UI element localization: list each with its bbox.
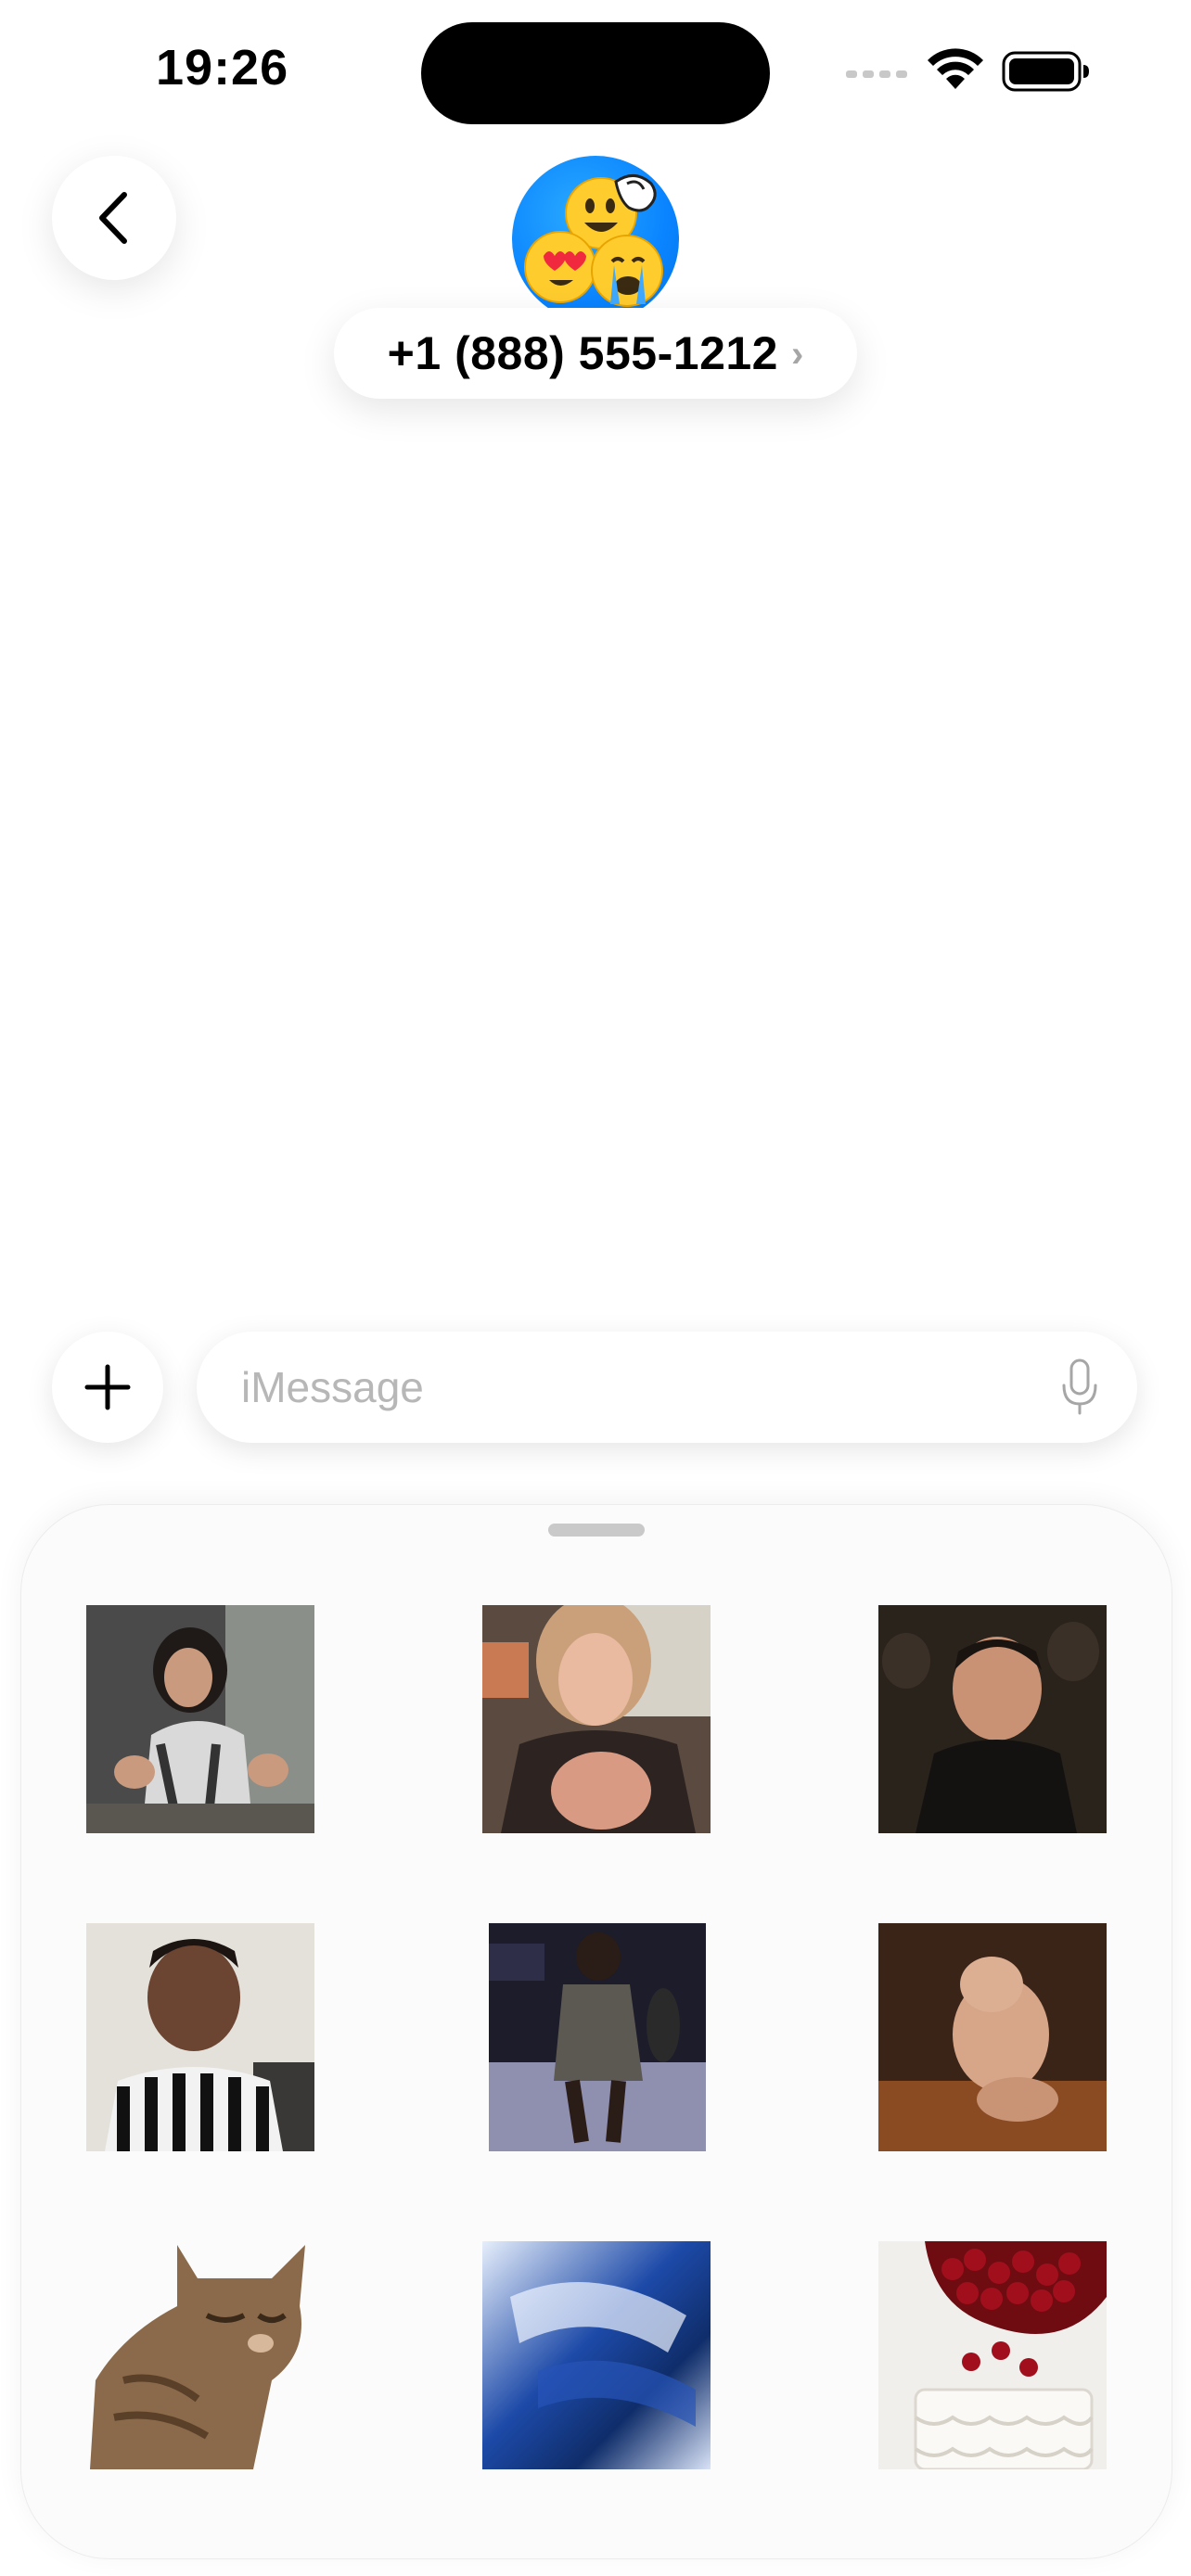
message-input[interactable] [241,1332,1002,1443]
contact-name: +1 (888) 555-1212 [387,327,778,379]
sheet-grabber[interactable] [548,1524,645,1537]
chevron-right-icon: › [791,333,804,375]
gif-man-smiling-audience[interactable] [878,1605,1107,1833]
plus-icon [84,1364,131,1410]
contact-avatar[interactable] [512,156,679,323]
wifi-icon [928,48,983,89]
microphone-icon[interactable] [1059,1358,1100,1417]
gif-woman-walking-stage[interactable] [489,1923,706,2151]
gif-panel [20,1504,1172,2559]
gif-man-referee-shirt[interactable] [86,1923,314,2151]
gif-cherries-cake[interactable] [878,2241,1107,2469]
back-button[interactable] [52,156,176,280]
gif-blue-blur[interactable] [482,2241,711,2469]
chevron-left-icon [99,192,127,244]
gif-teddy-bear[interactable] [878,1923,1107,2151]
gif-cat[interactable] [86,2241,314,2469]
message-field[interactable] [197,1332,1137,1443]
signal-icon [846,70,907,78]
gif-woman-dancing[interactable] [86,1605,314,1833]
emoji-group-avatar-icon [524,174,663,307]
battery-icon [1002,51,1089,92]
gif-woman-pointing[interactable] [482,1605,711,1833]
status-time: 19:26 [156,40,289,96]
contact-name-button[interactable]: +1 (888) 555-1212 › [334,308,857,399]
dynamic-island [421,22,770,124]
add-attachment-button[interactable] [52,1332,163,1443]
